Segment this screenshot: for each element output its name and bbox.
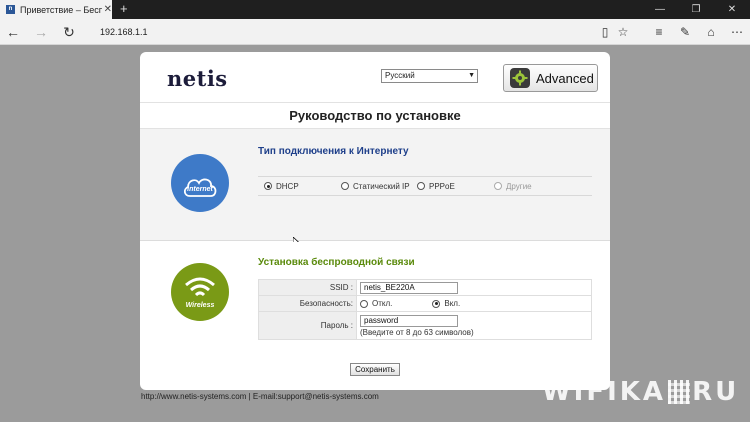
share-icon[interactable]: ⌂ <box>700 22 722 42</box>
advanced-button[interactable]: Advanced <box>503 64 598 92</box>
internet-section: internet Тип подключения к Интернету DHC… <box>140 129 610 249</box>
radio-other-label: Другие <box>506 181 532 191</box>
setup-card: netis Русский ▼ Advanced Руководство по … <box>140 52 610 390</box>
watermark-right: RU <box>692 377 740 407</box>
radio-pppoe-control[interactable] <box>417 182 425 190</box>
radio-security-off[interactable]: Откл. <box>360 299 392 308</box>
radio-pppoe-label: PPPoE <box>429 181 455 191</box>
ssid-label: SSID : <box>258 279 357 296</box>
wireless-form: SSID : netis_BE220A Безопасность: Откл. <box>258 279 592 340</box>
ssid-input[interactable]: netis_BE220A <box>360 281 458 294</box>
radio-static-ip-control[interactable] <box>341 182 349 190</box>
radio-security-on[interactable]: Вкл. <box>432 299 460 308</box>
watermark: WIFIKA RU <box>542 377 739 407</box>
page-title: Руководство по установке <box>140 102 610 129</box>
radio-security-off-control[interactable] <box>360 299 368 308</box>
window-controls: — ❐ ✕ <box>642 0 750 19</box>
watermark-qr-icon <box>668 380 691 404</box>
connection-type-options: DHCP Статический IP PPPoE Другие <box>258 176 592 196</box>
password-input[interactable]: password <box>360 314 458 327</box>
tab-title: Приветствие – Беспро <box>19 4 102 15</box>
router-favicon-icon: n <box>6 5 15 14</box>
language-select[interactable]: Русский ▼ <box>381 69 478 83</box>
radio-other: Другие <box>494 182 532 191</box>
internet-icon-label: internet <box>187 185 213 193</box>
language-value: Русский <box>385 71 415 80</box>
radio-security-off-label: Откл. <box>372 299 393 308</box>
radio-static-ip-label: Статический IP <box>353 181 410 191</box>
browser-navbar: ← → ↻ 192.168.1.1 ▯ ☆ ≡ ✎ ⌂ ⋯ <box>0 19 750 45</box>
favorite-star-icon[interactable]: ☆ <box>612 22 634 42</box>
radio-dhcp-control[interactable] <box>264 182 272 190</box>
wifi-icon: Wireless <box>171 263 229 321</box>
maximize-icon[interactable]: ❐ <box>678 0 714 19</box>
password-hint: (Введите от 8 до 63 символов) <box>360 327 474 337</box>
internet-cloud-icon: internet <box>171 154 229 212</box>
more-icon[interactable]: ⋯ <box>726 22 748 42</box>
hub-icon[interactable]: ≡ <box>648 22 670 42</box>
wireless-section-title: Установка беспроводной связи <box>258 257 415 268</box>
close-tab-icon[interactable]: ✕ <box>104 4 112 15</box>
security-label: Безопасность: <box>258 295 357 312</box>
minimize-icon[interactable]: — <box>642 0 678 19</box>
back-icon[interactable]: ← <box>2 22 24 42</box>
netis-logo: netis <box>167 66 228 91</box>
radio-security-on-control[interactable] <box>432 299 441 308</box>
refresh-icon[interactable]: ↻ <box>58 22 80 42</box>
close-window-icon[interactable]: ✕ <box>714 0 750 19</box>
radio-pppoe[interactable]: PPPoE <box>417 182 455 191</box>
forward-icon[interactable]: → <box>30 22 52 42</box>
web-note-icon[interactable]: ✎ <box>674 22 696 42</box>
browser-tab[interactable]: n Приветствие – Беспро ✕ <box>0 0 112 19</box>
radio-static-ip[interactable]: Статический IP <box>341 182 410 191</box>
wireless-section: Wireless Установка беспроводной связи SS… <box>140 242 610 359</box>
radio-security-on-label: Вкл. <box>444 299 461 308</box>
radio-dhcp-label: DHCP <box>276 181 299 191</box>
advanced-label: Advanced <box>536 70 594 86</box>
watermark-left: WIFIKA <box>542 377 667 407</box>
save-button[interactable]: Сохранить <box>350 363 400 376</box>
address-bar[interactable]: 192.168.1.1 <box>96 24 596 40</box>
wireless-icon-label: Wireless <box>185 301 215 309</box>
footer-links[interactable]: http://www.netis-systems.com | E-mail:su… <box>141 392 379 401</box>
radio-other-control <box>494 182 502 190</box>
radio-dhcp[interactable]: DHCP <box>264 182 299 191</box>
page-background: netis Русский ▼ Advanced Руководство по … <box>0 45 750 422</box>
new-tab-icon[interactable]: + <box>120 2 128 16</box>
chevron-down-icon: ▼ <box>468 72 475 79</box>
password-label: Пароль : <box>258 311 357 340</box>
gear-icon <box>510 68 530 88</box>
browser-titlebar: n Приветствие – Беспро ✕ + — ❐ ✕ <box>0 0 750 19</box>
internet-section-title: Тип подключения к Интернету <box>258 146 409 157</box>
